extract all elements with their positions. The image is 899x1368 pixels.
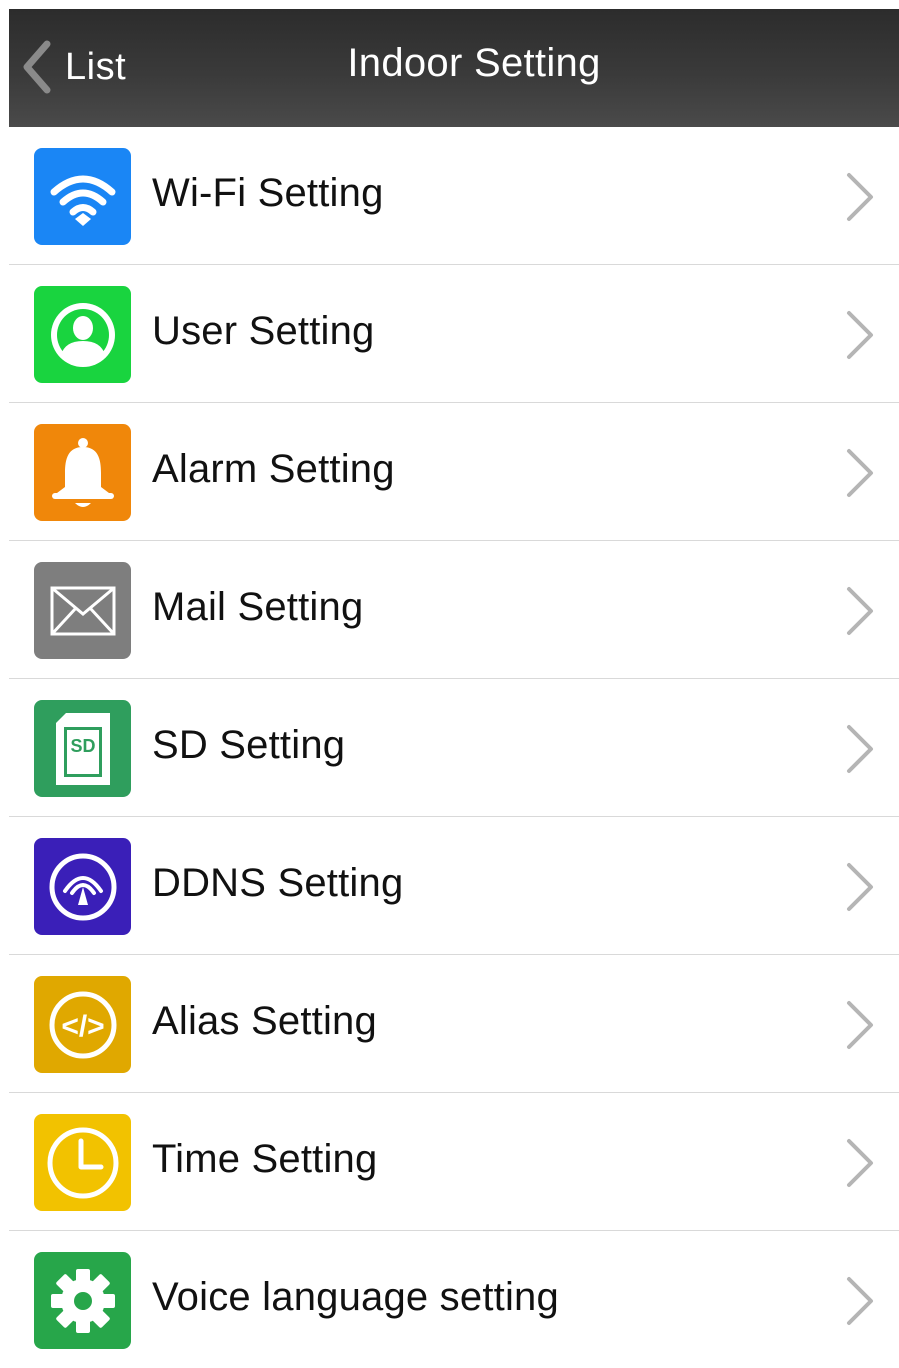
chevron-right-icon bbox=[847, 587, 873, 635]
chevron-right-icon bbox=[847, 1277, 873, 1325]
code-icon: </> bbox=[34, 976, 131, 1073]
gear-icon bbox=[34, 1252, 131, 1349]
settings-item-alias[interactable]: </> Alias Setting bbox=[9, 955, 899, 1093]
ddns-signal-icon bbox=[34, 838, 131, 935]
settings-item-wifi[interactable]: Wi-Fi Setting bbox=[9, 127, 899, 265]
settings-item-label: DDNS Setting bbox=[152, 861, 404, 905]
back-label: List bbox=[65, 45, 127, 88]
code-symbol: </> bbox=[61, 1010, 104, 1043]
settings-list: Wi-Fi Setting User Setting Alarm Setting… bbox=[9, 127, 899, 1368]
settings-item-voice-language[interactable]: Voice language setting bbox=[9, 1231, 899, 1368]
settings-item-label: Alarm Setting bbox=[152, 447, 395, 491]
settings-item-label: User Setting bbox=[152, 309, 375, 353]
settings-item-user[interactable]: User Setting bbox=[9, 265, 899, 403]
settings-item-ddns[interactable]: DDNS Setting bbox=[9, 817, 899, 955]
settings-item-label: Wi-Fi Setting bbox=[152, 171, 384, 215]
settings-item-alarm[interactable]: Alarm Setting bbox=[9, 403, 899, 541]
chevron-right-icon bbox=[847, 311, 873, 359]
wifi-icon bbox=[34, 148, 131, 245]
chevron-right-icon bbox=[847, 1139, 873, 1187]
sd-card-label: SD bbox=[70, 736, 95, 756]
chevron-right-icon bbox=[847, 863, 873, 911]
settings-item-label: Mail Setting bbox=[152, 585, 364, 629]
user-icon bbox=[34, 286, 131, 383]
chevron-right-icon bbox=[847, 725, 873, 773]
page-title: Indoor Setting bbox=[347, 41, 601, 85]
top-margin bbox=[0, 0, 899, 9]
settings-item-label: Voice language setting bbox=[152, 1275, 559, 1319]
envelope-icon bbox=[34, 562, 131, 659]
chevron-left-icon bbox=[21, 40, 51, 94]
settings-item-sd[interactable]: SD SD Setting bbox=[9, 679, 899, 817]
navigation-bar: List Indoor Setting bbox=[9, 9, 899, 127]
screen: List Indoor Setting Wi-Fi Setting User S… bbox=[0, 0, 899, 1356]
back-button[interactable]: List bbox=[21, 35, 126, 99]
sd-card-icon: SD bbox=[34, 700, 131, 797]
settings-item-label: Alias Setting bbox=[152, 999, 377, 1043]
chevron-right-icon bbox=[847, 173, 873, 221]
settings-item-label: SD Setting bbox=[152, 723, 346, 767]
settings-item-label: Time Setting bbox=[152, 1137, 378, 1181]
bell-icon bbox=[34, 424, 131, 521]
clock-icon bbox=[34, 1114, 131, 1211]
settings-item-time[interactable]: Time Setting bbox=[9, 1093, 899, 1231]
chevron-right-icon bbox=[847, 1001, 873, 1049]
settings-item-mail[interactable]: Mail Setting bbox=[9, 541, 899, 679]
chevron-right-icon bbox=[847, 449, 873, 497]
